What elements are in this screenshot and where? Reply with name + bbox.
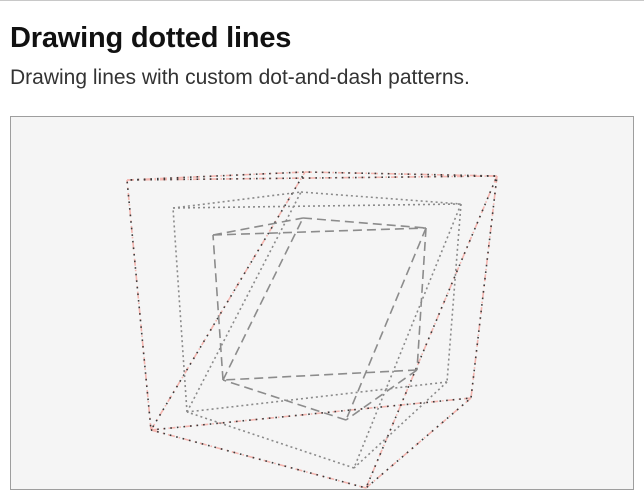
page-subtitle: Drawing lines with custom dot-and-dash p… [10,66,470,89]
top-divider [0,0,644,1]
middle-cube-edge-top-left-strut [172,191,302,209]
page-title: Drawing dotted lines [10,22,292,54]
middle-cube-edge-bottom-right-strut [353,381,448,469]
middle-cube-edge-back-right [446,203,462,383]
middle-cube-edge-back-top [172,203,462,209]
middle-cube-dotted-lines [172,191,462,469]
inner-cube-dashed-lines [212,217,427,421]
middle-cube-edge-front-bottom [186,411,355,469]
middle-cube-edge-front-top [300,191,462,205]
middle-cube-edge-front-right [353,203,462,469]
webgl-canvas[interactable] [10,116,634,490]
outer-cube-dark-edge-front-right [365,175,498,489]
outer-cube-dark-lines [126,171,498,489]
outer-cube-pink-edge-bottom-right-strut [365,397,472,489]
outer-cube-pink-edge-back-bottom [150,397,472,431]
inner-cube-edge-front-right [345,227,427,421]
inner-cube-edge-back-bottom [222,369,418,381]
inner-cube-edge-front-top [302,217,427,229]
outer-cube-pink-lines [126,171,498,489]
inner-cube-edge-bottom-right-strut [345,369,418,421]
dotted-cubes-scene [126,171,498,489]
outer-cube-dark-edge-back-left [126,179,152,431]
inner-cube-edge-front-bottom [222,379,347,421]
